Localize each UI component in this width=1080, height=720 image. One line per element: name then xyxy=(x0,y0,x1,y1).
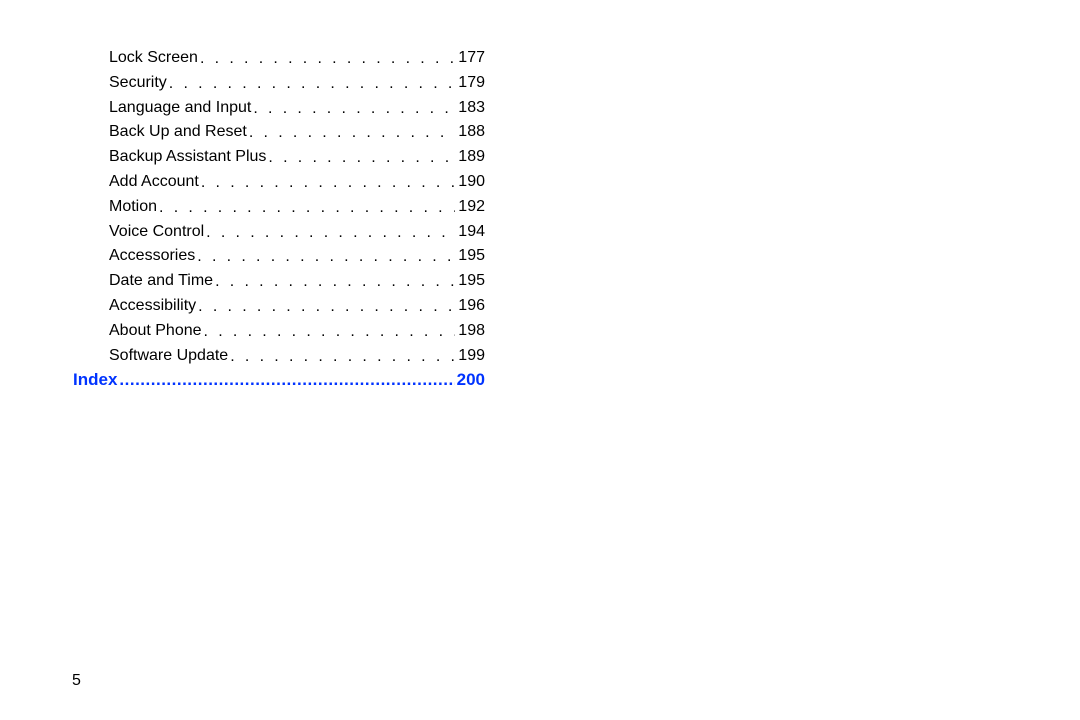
toc-entry: Voice Control . . . . . . . . . . . . . … xyxy=(109,220,485,245)
toc-entry: Back Up and Reset . . . . . . . . . . . … xyxy=(109,120,485,145)
toc-dot-leader: . . . . . . . . . . . . . . . . . . . . … xyxy=(197,249,455,265)
toc-entry-title: Add Account xyxy=(109,170,199,195)
toc-entry: Accessibility . . . . . . . . . . . . . … xyxy=(109,294,485,319)
toc-entry-title: Accessories xyxy=(109,244,195,269)
toc-entry-page: 195 xyxy=(458,269,485,294)
toc-dot-leader: . . . . . . . . . . . . . . . . . . . . … xyxy=(169,76,456,92)
toc-dot-leader: . . . . . . . . . . . . . . . . . . . . … xyxy=(253,101,455,117)
toc-entry-page: 190 xyxy=(458,170,485,195)
toc-entry: Motion . . . . . . . . . . . . . . . . .… xyxy=(109,195,485,220)
toc-index-title: Index xyxy=(73,368,117,393)
toc-entry: Software Update . . . . . . . . . . . . … xyxy=(109,344,485,369)
toc-entry-page: 199 xyxy=(458,344,485,369)
toc-dot-leader: . . . . . . . . . . . . . . . . . . . . … xyxy=(201,175,455,191)
toc-dot-leader: . . . . . . . . . . . . . . . . . . . . … xyxy=(230,349,455,365)
toc-dot-leader: . . . . . . . . . . . . . . . . . . . . … xyxy=(206,225,455,241)
toc-entry-page: 196 xyxy=(458,294,485,319)
toc-entry-title: Date and Time xyxy=(109,269,213,294)
toc-entry-page: 192 xyxy=(458,195,485,220)
toc-dot-leader: . . . . . . . . . . . . . . . . . . . . … xyxy=(204,324,456,340)
toc-entry-title: Accessibility xyxy=(109,294,196,319)
toc-dot-leader: . . . . . . . . . . . . . . . . . . . . … xyxy=(268,150,455,166)
toc-entry: Security . . . . . . . . . . . . . . . .… xyxy=(109,71,485,96)
toc-dot-leader: . . . . . . . . . . . . . . . . . . . . … xyxy=(159,200,455,216)
toc-entry-title: Voice Control xyxy=(109,220,204,245)
toc-entry-title: Software Update xyxy=(109,344,228,369)
toc-entry: Lock Screen . . . . . . . . . . . . . . … xyxy=(109,46,485,71)
toc-entry-page: 179 xyxy=(458,71,485,96)
toc-index-page: 200 xyxy=(457,368,485,393)
table-of-contents: Lock Screen . . . . . . . . . . . . . . … xyxy=(109,46,485,393)
page-number: 5 xyxy=(72,672,81,690)
toc-dot-leader: . . . . . . . . . . . . . . . . . . . . … xyxy=(198,299,455,315)
toc-entry: About Phone . . . . . . . . . . . . . . … xyxy=(109,319,485,344)
toc-entry-page: 198 xyxy=(458,319,485,344)
toc-dot-leader: . . . . . . . . . . . . . . . . . . . . … xyxy=(215,274,455,290)
toc-entry: Backup Assistant Plus . . . . . . . . . … xyxy=(109,145,485,170)
toc-dot-leader: ........................................… xyxy=(119,368,454,393)
toc-entry-title: Language and Input xyxy=(109,96,251,121)
toc-entry: Accessories . . . . . . . . . . . . . . … xyxy=(109,244,485,269)
toc-entry: Language and Input . . . . . . . . . . .… xyxy=(109,96,485,121)
toc-entry-title: Backup Assistant Plus xyxy=(109,145,266,170)
toc-entry-page: 188 xyxy=(458,120,485,145)
toc-entry-page: 183 xyxy=(458,96,485,121)
toc-dot-leader: . . . . . . . . . . . . . . . . . . . . … xyxy=(249,125,455,141)
toc-entry-title: Lock Screen xyxy=(109,46,198,71)
toc-entry-page: 189 xyxy=(458,145,485,170)
toc-entry-title: Motion xyxy=(109,195,157,220)
toc-entry-page: 194 xyxy=(458,220,485,245)
toc-entry-page: 195 xyxy=(458,244,485,269)
toc-dot-leader: . . . . . . . . . . . . . . . . . . . . … xyxy=(200,51,455,67)
toc-entry-title: Security xyxy=(109,71,167,96)
toc-index-entry: Index ..................................… xyxy=(73,368,485,393)
toc-entry: Add Account . . . . . . . . . . . . . . … xyxy=(109,170,485,195)
toc-entry-title: About Phone xyxy=(109,319,202,344)
toc-entry-title: Back Up and Reset xyxy=(109,120,247,145)
toc-entry: Date and Time . . . . . . . . . . . . . … xyxy=(109,269,485,294)
toc-entry-page: 177 xyxy=(458,46,485,71)
